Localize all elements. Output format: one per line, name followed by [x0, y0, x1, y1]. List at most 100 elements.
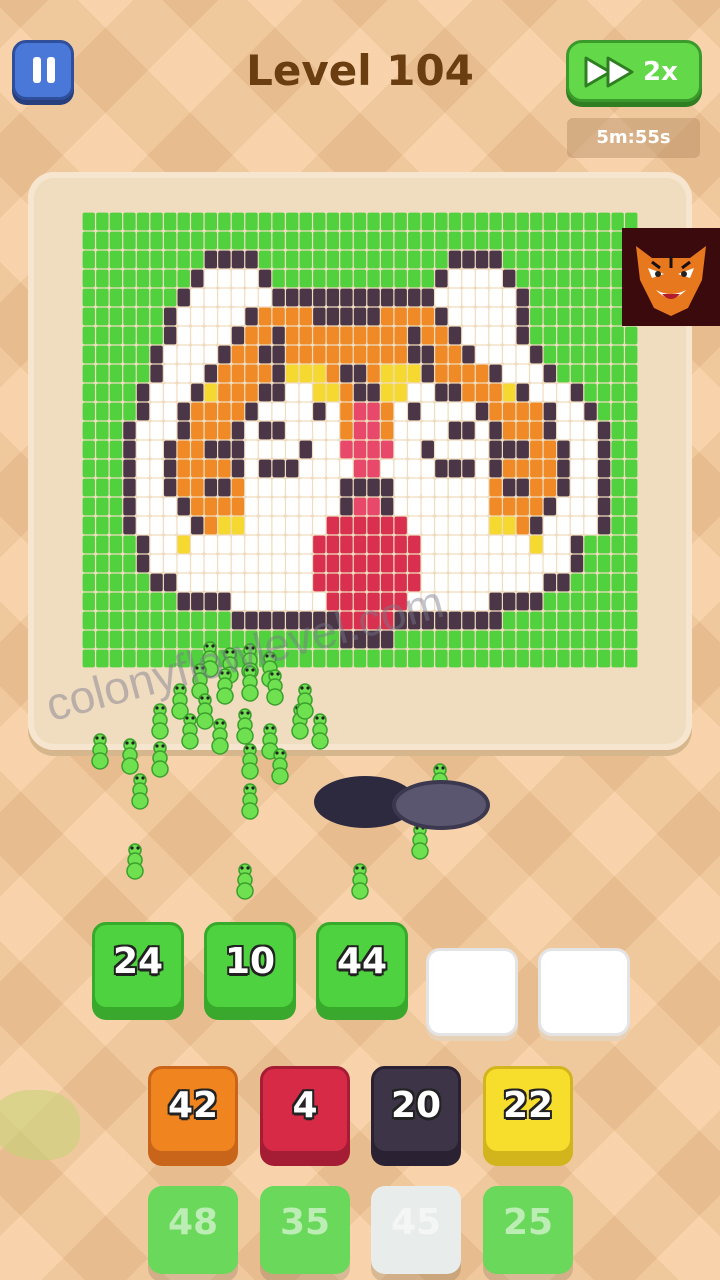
pixel-cell	[272, 459, 285, 478]
pixel-cell	[516, 478, 529, 497]
pixel-cell	[530, 516, 543, 535]
pixel-cell	[408, 231, 421, 250]
pixel-cell	[380, 345, 394, 364]
pixel-cell	[489, 516, 502, 535]
pixel-cell	[625, 440, 638, 459]
pixel-cell	[625, 459, 638, 478]
pixel-cell	[597, 345, 611, 364]
pixel-cell	[163, 611, 177, 630]
pixel-cell	[597, 383, 611, 402]
pixel-cell	[367, 364, 380, 383]
pixel-cell	[258, 535, 272, 554]
pixel-cell	[340, 269, 353, 288]
pixel-cell	[191, 250, 204, 269]
pixel-cell	[258, 592, 272, 611]
pixel-cell	[123, 611, 136, 630]
pixel-cell	[502, 212, 516, 231]
pixel-cell	[475, 269, 489, 288]
pixel-cell	[516, 307, 529, 326]
pixel-cell	[123, 288, 136, 307]
pixel-cell	[204, 288, 218, 307]
pixel-cell	[286, 497, 299, 516]
pixel-cell	[326, 440, 340, 459]
pixel-cell	[258, 231, 272, 250]
pixel-cell	[502, 649, 516, 668]
pixel-cell	[475, 459, 489, 478]
pixel-cell	[340, 402, 353, 421]
pixel-cell	[82, 212, 95, 231]
pixel-cell	[353, 402, 367, 421]
pixel-cell	[177, 231, 190, 250]
pixel-cell	[597, 212, 611, 231]
pixel-cell	[136, 231, 150, 250]
pixel-cell	[557, 307, 570, 326]
speed-2x-button[interactable]: 2x	[566, 40, 702, 102]
pixel-cell	[82, 307, 95, 326]
pixel-cell	[286, 440, 299, 459]
pixel-cell	[543, 535, 557, 554]
pixel-cell	[163, 592, 177, 611]
pixel-cell	[258, 212, 272, 231]
pixel-cell	[258, 478, 272, 497]
pixel-cell	[516, 250, 529, 269]
pixel-cell	[177, 535, 190, 554]
pixel-cell	[353, 326, 367, 345]
pixel-cell	[394, 269, 407, 288]
pixel-cell	[218, 497, 231, 516]
pixel-cell	[82, 288, 95, 307]
pixel-cell	[326, 383, 340, 402]
pixel-cell	[136, 592, 150, 611]
pixel-cell	[326, 364, 340, 383]
pixel-cell	[584, 478, 597, 497]
pixel-cell	[163, 250, 177, 269]
pause-button[interactable]	[12, 40, 74, 100]
pixel-cell	[82, 383, 95, 402]
pixel-cell	[163, 478, 177, 497]
queue-tile[interactable]: 4	[260, 1066, 350, 1154]
reference-image-thumbnail[interactable]	[622, 228, 720, 326]
pixel-cell	[313, 497, 326, 516]
pixel-cell	[584, 345, 597, 364]
pixel-cell	[177, 212, 190, 231]
pixel-cell	[353, 459, 367, 478]
ant	[181, 713, 199, 750]
pixel-cell	[299, 497, 312, 516]
pixel-cell	[150, 478, 163, 497]
pixel-cell	[394, 364, 407, 383]
pixel-cell	[272, 554, 285, 573]
pixel-cell	[136, 497, 150, 516]
pixel-cell	[489, 478, 502, 497]
pixel-cell	[489, 440, 502, 459]
pixel-cell	[163, 231, 177, 250]
queue-tile[interactable]: 20	[371, 1066, 461, 1154]
pixel-cell	[462, 364, 475, 383]
pixel-cell	[570, 421, 584, 440]
pixel-cell	[123, 212, 136, 231]
pixel-cell	[597, 288, 611, 307]
pixel-cell	[109, 269, 123, 288]
pixel-cell	[177, 478, 190, 497]
pixel-cell	[150, 516, 163, 535]
pixel-cell	[109, 231, 123, 250]
pixel-cell	[245, 345, 258, 364]
pixel-cell	[462, 592, 475, 611]
pixel-cell	[123, 402, 136, 421]
pixel-cell	[353, 345, 367, 364]
pixel-cell	[258, 554, 272, 573]
pixel-cell	[109, 307, 123, 326]
pixel-cell	[163, 402, 177, 421]
pixel-cell	[272, 402, 285, 421]
pixel-cell	[272, 364, 285, 383]
pixel-cell	[150, 307, 163, 326]
pixel-cell	[163, 440, 177, 459]
slot-count: 24	[112, 941, 164, 982]
pixel-cell	[258, 383, 272, 402]
pixel-cell	[150, 269, 163, 288]
queue-tile[interactable]: 22	[483, 1066, 573, 1154]
pixel-cell	[109, 459, 123, 478]
pixel-cell	[231, 212, 245, 231]
pixel-cell	[245, 326, 258, 345]
queue-tile[interactable]: 42	[148, 1066, 238, 1154]
pixel-cell	[462, 478, 475, 497]
pixel-cell	[367, 554, 380, 573]
